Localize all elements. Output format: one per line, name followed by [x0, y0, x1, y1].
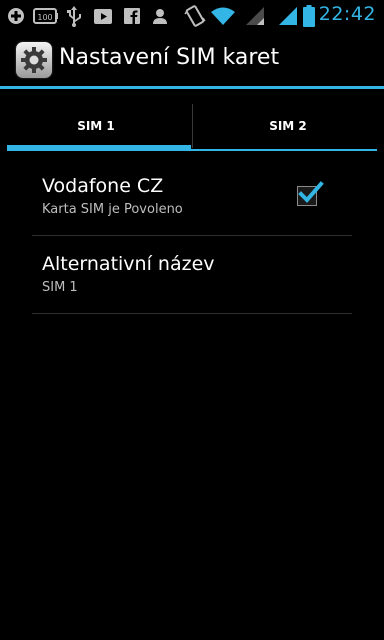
tab-underline [191, 149, 377, 151]
settings-gear-icon[interactable] [16, 42, 52, 78]
divider [32, 313, 352, 314]
facebook-icon [122, 4, 142, 28]
usb-icon [64, 4, 84, 28]
tab-separator [192, 104, 193, 148]
action-bar-divider [0, 86, 384, 89]
tab-sim-2[interactable]: SIM 2 [192, 100, 384, 152]
person-icon [150, 4, 170, 28]
selected-tab-indicator [7, 145, 191, 151]
battery-badge-icon: 100 [33, 4, 59, 28]
wifi-icon [210, 4, 236, 28]
play-store-icon [92, 4, 114, 28]
checkmark-icon [298, 181, 324, 203]
preference-title: Alternativní název [42, 253, 215, 275]
preference-summary: Karta SIM je Povoleno [42, 202, 183, 217]
plus-icon [6, 4, 26, 28]
alternative-name-preference[interactable]: Alternativní název SIM 1 [32, 242, 352, 314]
status-bar: 100 22:42 [0, 0, 384, 32]
preference-summary: SIM 1 [42, 280, 78, 295]
vibrate-icon [184, 4, 206, 28]
clock: 22:42 [318, 3, 376, 25]
signal-icon [244, 4, 266, 28]
battery-icon [302, 4, 316, 28]
signal-icon-2 [277, 4, 299, 28]
divider [32, 235, 352, 236]
battery-badge-text: 100 [37, 13, 52, 22]
page-title: Nastavení SIM karet [59, 45, 280, 70]
preference-title: Vodafone CZ [42, 175, 164, 197]
